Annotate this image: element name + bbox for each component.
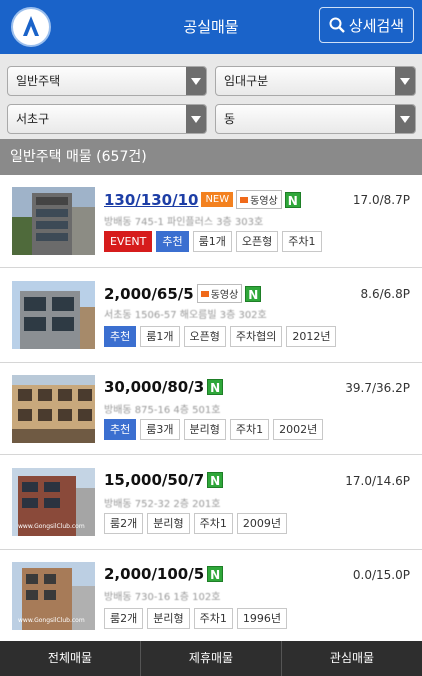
listing-count-header: 일반주택 매물 (657건) [0, 139, 422, 175]
listing-area: 39.7/36.2P [345, 381, 410, 395]
listing-address: 방배동 875-16 4층 501호 [104, 405, 221, 416]
listing-features: 룸2개 분리형 주차1 2009년 [104, 513, 287, 534]
listing-item[interactable]: www.GongsilClub.com 15,000/50/7 N 17.0/1… [0, 455, 422, 550]
dong-select[interactable]: 동 [215, 104, 416, 134]
feature-chip: 주차1 [193, 513, 233, 534]
listing-address: 방배동 745-1 파인플러스 3층 303호 [104, 217, 264, 228]
district-select-value: 서초구 [16, 112, 50, 126]
nav-partner-listings[interactable]: 제휴매물 [141, 641, 282, 676]
feature-chip: 룸1개 [140, 326, 180, 347]
feature-chip: 2012년 [286, 326, 337, 347]
svg-text:www.GongsilClub.com: www.GongsilClub.com [18, 617, 85, 624]
recommend-badge: 추천 [104, 326, 137, 347]
listing-price[interactable]: 30,000/80/3 [104, 378, 204, 396]
listing-item[interactable]: www.GongsilClub.com 2,000/100/5 N 0.0/15… [0, 550, 422, 641]
feature-chip: 오픈형 [183, 326, 226, 347]
listing-item[interactable]: 130/130/10 NEW 동영상 N 17.0/8.7P 방배동 745-1… [0, 175, 422, 268]
feature-chip: 룸2개 [104, 608, 144, 629]
bottom-nav: 전체매물 제휴매물 관심매물 [0, 641, 422, 676]
n-badge: N [207, 472, 224, 488]
listing-price[interactable]: 15,000/50/7 [104, 471, 204, 489]
property-photo [12, 375, 95, 443]
video-badge-label: 동영상 [250, 196, 278, 207]
feature-chip: 룸2개 [104, 513, 144, 534]
listing-item[interactable]: 2,000/65/5 동영상 N 8.6/6.8P 서초동 1506-57 해오… [0, 268, 422, 363]
rent-select[interactable]: 임대구분 [215, 66, 416, 96]
listing-title-row: 30,000/80/3 N [104, 378, 224, 396]
listing-features: 추천 룸3개 분리형 주차1 2002년 [104, 419, 324, 440]
listing-price[interactable]: 2,000/100/5 [104, 565, 204, 583]
listing-address: 방배동 730-16 1층 102호 [104, 592, 221, 603]
feature-chip: 주차1 [229, 419, 270, 440]
chevron-down-icon [186, 105, 206, 133]
feature-chip: 오픈형 [235, 231, 279, 252]
n-badge: N [207, 379, 224, 395]
nav-all-listings[interactable]: 전체매물 [0, 641, 141, 676]
svg-text:www.GongsilClub.com: www.GongsilClub.com [18, 523, 85, 530]
property-photo [12, 281, 95, 349]
feature-chip: 분리형 [147, 513, 190, 534]
feature-chip: 1996년 [236, 608, 287, 629]
feature-chip: 2002년 [273, 419, 324, 440]
listing-area: 8.6/6.8P [360, 287, 410, 301]
chevron-down-icon [395, 67, 415, 95]
listing-title-row: 15,000/50/7 N [104, 471, 224, 489]
feature-chip: 주차협의 [229, 326, 283, 347]
listing-address: 서초동 1506-57 해오름빌 3층 302호 [104, 310, 267, 321]
listing-area: 0.0/15.0P [352, 568, 410, 582]
listing-price-link[interactable]: 130/130/10 [104, 191, 198, 209]
listing-title-row: 2,000/65/5 동영상 N [104, 284, 262, 303]
rent-select-value: 임대구분 [224, 74, 269, 88]
event-badge: EVENT [104, 231, 153, 252]
filter-panel: 일반주택 임대구분 서초구 동 [0, 54, 422, 139]
feature-chip: 분리형 [147, 608, 190, 629]
feature-chip: 주차1 [193, 608, 233, 629]
listing-features: 추천 룸1개 오픈형 주차협의 2012년 [104, 326, 337, 347]
type-select-value: 일반주택 [16, 74, 61, 88]
chevron-down-icon [395, 105, 415, 133]
dong-select-value: 동 [224, 112, 236, 126]
video-camera-icon [200, 290, 209, 297]
listing-area: 17.0/8.7P [352, 193, 410, 207]
listing-area: 17.0/14.6P [345, 474, 410, 488]
nav-favorite-listings[interactable]: 관심매물 [282, 641, 422, 676]
property-photo [12, 187, 95, 255]
search-label: 상세검색 [348, 16, 405, 35]
listing-features: 룸2개 분리형 주차1 1996년 [104, 608, 287, 629]
top-header: 공실매물 상세검색 [0, 0, 422, 54]
n-badge: N [245, 285, 262, 302]
property-photo: www.GongsilClub.com [12, 562, 95, 630]
listing-item[interactable]: 30,000/80/3 N 39.7/36.2P 방배동 875-16 4층 5… [0, 363, 422, 455]
type-select[interactable]: 일반주택 [7, 66, 207, 96]
feature-chip: 주차1 [282, 231, 322, 252]
listing-address: 방배동 752-32 2층 201호 [104, 499, 221, 510]
video-badge-label: 동영상 [210, 290, 239, 301]
video-badge[interactable]: 동영상 [236, 190, 282, 209]
listing-features: EVENT 추천 룸1개 오픈형 주차1 [104, 231, 322, 252]
chevron-down-icon [186, 67, 206, 95]
recommend-badge: 추천 [156, 231, 189, 252]
listing-title-row: 130/130/10 NEW 동영상 N [104, 190, 301, 209]
n-badge: N [284, 191, 301, 208]
search-icon [329, 17, 345, 33]
feature-chip: 룸1개 [192, 231, 232, 252]
feature-chip: 룸3개 [140, 419, 180, 440]
listing-price[interactable]: 2,000/65/5 [104, 285, 194, 303]
video-badge[interactable]: 동영상 [196, 284, 243, 303]
property-photo: www.GongsilClub.com [12, 468, 95, 536]
n-badge: N [207, 566, 224, 582]
video-camera-icon [240, 196, 249, 203]
district-select[interactable]: 서초구 [7, 104, 207, 134]
feature-chip: 분리형 [183, 419, 226, 440]
recommend-badge: 추천 [104, 419, 137, 440]
listing-title-row: 2,000/100/5 N [104, 565, 224, 583]
feature-chip: 2009년 [236, 513, 287, 534]
detail-search-button[interactable]: 상세검색 [319, 7, 414, 43]
new-badge: NEW [201, 192, 234, 207]
